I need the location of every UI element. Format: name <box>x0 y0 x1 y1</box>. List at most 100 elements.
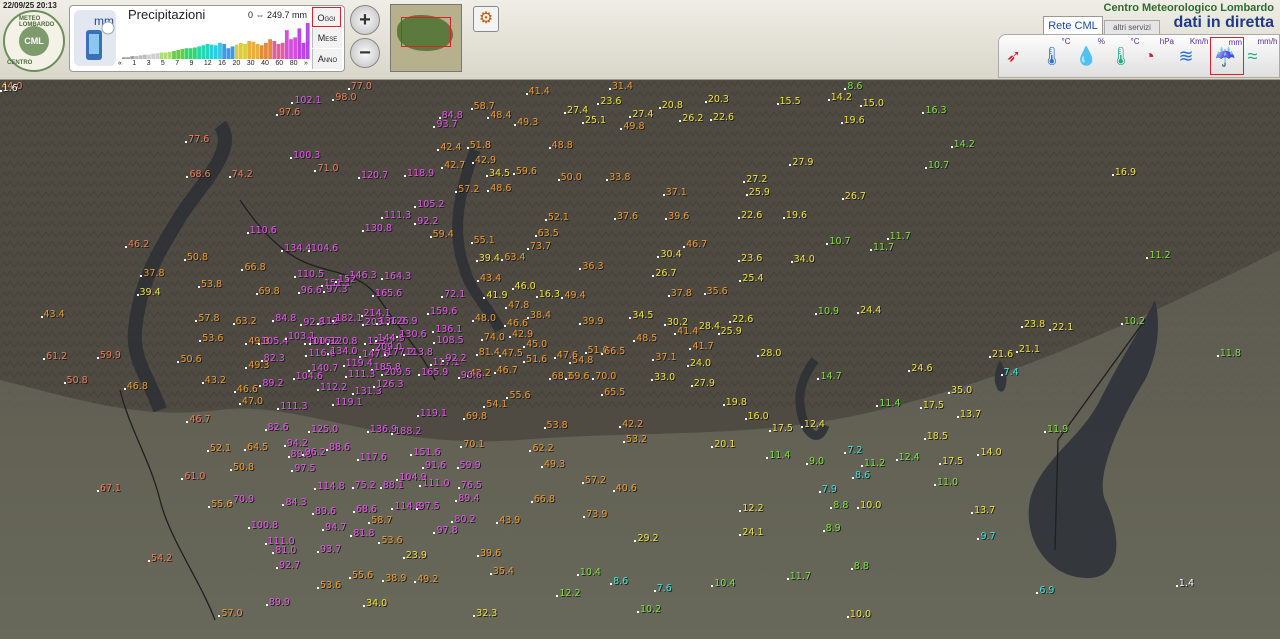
station-precip-value[interactable]: 16.0 <box>744 411 769 422</box>
station-precip-value[interactable]: 73.7 <box>526 241 551 252</box>
station-precip-value[interactable]: 46.6 <box>503 318 528 329</box>
station-precip-value[interactable]: 12.2 <box>739 503 764 514</box>
station-precip-value[interactable]: 97.3 <box>323 284 348 295</box>
station-precip-value[interactable]: 55.6 <box>348 570 373 581</box>
station-precip-value[interactable]: 63.2 <box>232 316 257 327</box>
station-precip-value[interactable]: 1.6 <box>0 83 18 94</box>
station-precip-value[interactable]: 136.1 <box>432 324 462 335</box>
station-precip-value[interactable]: 19.8 <box>722 397 747 408</box>
station-precip-value[interactable]: 50.8 <box>183 252 208 263</box>
station-precip-value[interactable]: 151.6 <box>410 447 441 458</box>
station-precip-value[interactable]: 55.1 <box>470 235 495 246</box>
station-precip-value[interactable]: 27.4 <box>629 109 653 120</box>
station-precip-value[interactable]: 94.7 <box>322 522 346 533</box>
station-precip-value[interactable]: 34.5 <box>629 310 653 321</box>
station-precip-value[interactable]: 53.8 <box>197 279 222 290</box>
station-precip-value[interactable]: 9.7 <box>977 531 996 542</box>
station-precip-value[interactable]: 8.6 <box>610 576 628 587</box>
station-precip-value[interactable]: 13.7 <box>956 409 981 420</box>
station-precip-value[interactable]: 37.6 <box>613 211 638 222</box>
station-precip-value[interactable]: 66.8 <box>530 494 555 505</box>
station-precip-value[interactable]: 23.8 <box>1020 319 1045 330</box>
station-precip-value[interactable]: 18.5 <box>923 431 948 442</box>
station-precip-value[interactable]: 93.7 <box>433 119 458 130</box>
station-precip-value[interactable]: 43.4 <box>40 309 65 320</box>
station-precip-value[interactable]: 57.8 <box>195 313 220 324</box>
station-precip-value[interactable]: 125.0 <box>308 424 338 435</box>
station-precip-value[interactable]: 53.6 <box>316 580 341 591</box>
station-precip-value[interactable]: 35.4 <box>489 566 514 577</box>
station-precip-value[interactable]: 42.4 <box>437 142 461 153</box>
tab-altri-servizi[interactable]: altri servizi <box>1104 20 1160 35</box>
station-precip-value[interactable]: 68.6 <box>186 169 211 180</box>
station-precip-value[interactable]: 97.5 <box>415 501 440 512</box>
station-precip-value[interactable]: 54.8 <box>569 355 593 366</box>
humidity-icon[interactable]: % 💧 <box>1072 37 1106 75</box>
minimap-viewport-frame[interactable] <box>401 17 451 47</box>
station-precip-value[interactable]: 14.2 <box>827 92 852 103</box>
station-precip-value[interactable]: 50.6 <box>177 354 202 365</box>
station-precip-value[interactable]: 100.3 <box>290 150 320 161</box>
station-precip-value[interactable]: 1.4 <box>1175 578 1194 589</box>
station-precip-value[interactable]: 8.6 <box>844 81 862 92</box>
station-precip-value[interactable]: 14.0 <box>977 447 1002 458</box>
period-month-button[interactable]: Mese <box>312 28 342 48</box>
station-precip-value[interactable]: 17.5 <box>919 400 944 411</box>
station-precip-value[interactable]: 64.5 <box>244 442 268 453</box>
station-precip-value[interactable]: 11.0 <box>933 477 958 488</box>
overview-minimap[interactable] <box>390 4 462 72</box>
station-precip-value[interactable]: 119.1 <box>332 397 363 408</box>
station-precip-value[interactable]: 57.2 <box>455 184 479 195</box>
station-precip-value[interactable]: 52.1 <box>206 443 231 454</box>
station-precip-value[interactable]: 8.6 <box>852 470 870 481</box>
station-precip-value[interactable]: 104.6 <box>308 243 338 254</box>
station-precip-value[interactable]: 37.8 <box>140 268 165 279</box>
station-precip-value[interactable]: 36.3 <box>579 261 604 272</box>
station-precip-value[interactable]: 27.9 <box>690 378 715 389</box>
station-precip-value[interactable]: 159.6 <box>427 306 457 317</box>
station-precip-value[interactable]: 35.0 <box>948 385 972 396</box>
station-precip-value[interactable]: 81.0 <box>272 545 296 556</box>
station-precip-value[interactable]: 47.5 <box>498 348 523 359</box>
station-precip-value[interactable]: 165.9 <box>418 367 448 378</box>
station-precip-value[interactable]: 69.8 <box>462 411 487 422</box>
station-precip-value[interactable]: 50.0 <box>557 172 582 183</box>
station-precip-value[interactable]: 19.6 <box>782 210 807 221</box>
station-precip-value[interactable]: 71.0 <box>314 163 339 174</box>
station-precip-value[interactable]: 13.7 <box>971 505 995 516</box>
station-precip-value[interactable]: 69.8 <box>255 286 280 297</box>
station-precip-value[interactable]: 91.6 <box>421 460 446 471</box>
station-precip-value[interactable]: 117.6 <box>356 452 387 463</box>
station-precip-value[interactable]: 57.0 <box>218 608 243 619</box>
station-precip-value[interactable]: 10.0 <box>846 609 871 620</box>
station-precip-value[interactable]: 43.2 <box>201 375 226 386</box>
tab-rete-cml[interactable]: Rete CML <box>1043 16 1103 35</box>
station-precip-value[interactable]: 49.3 <box>245 360 269 371</box>
station-precip-value[interactable]: 26.7 <box>841 191 866 202</box>
zoom-in-icon[interactable]: + <box>350 5 380 35</box>
station-precip-value[interactable]: 49.8 <box>620 121 645 132</box>
station-precip-value[interactable]: 59.4 <box>429 229 454 240</box>
station-precip-value[interactable]: 11.7 <box>786 571 811 582</box>
station-precip-value[interactable]: 37.1 <box>652 352 677 363</box>
station-precip-value[interactable]: 52.1 <box>544 212 569 223</box>
station-precip-value[interactable]: 25.9 <box>717 326 742 337</box>
station-precip-value[interactable]: 11.4 <box>876 398 901 409</box>
wind-direction-icon[interactable]: ➶ <box>1003 37 1037 75</box>
station-precip-value[interactable]: 10.4 <box>711 578 735 589</box>
gear-icon[interactable]: ⚙ <box>473 6 499 32</box>
station-precip-value[interactable]: 17.5 <box>939 456 963 467</box>
station-precip-value[interactable]: 23.9 <box>402 550 427 561</box>
station-precip-value[interactable]: 42.9 <box>471 155 496 166</box>
station-precip-value[interactable]: 111.3 <box>277 401 308 412</box>
station-precip-value[interactable]: 39.4 <box>475 253 500 264</box>
station-precip-value[interactable]: 24.1 <box>739 527 764 538</box>
station-precip-value[interactable]: 119.4 <box>342 358 373 369</box>
station-precip-value[interactable]: 21.6 <box>988 349 1013 360</box>
station-precip-value[interactable]: 41.9 <box>483 290 508 301</box>
station-precip-value[interactable]: 8.9 <box>822 523 841 534</box>
station-precip-value[interactable]: 97.6 <box>276 107 300 118</box>
station-precip-value[interactable]: 42.2 <box>619 419 643 430</box>
station-precip-value[interactable]: 98.0 <box>332 92 357 103</box>
station-precip-value[interactable]: 15.5 <box>776 96 801 107</box>
